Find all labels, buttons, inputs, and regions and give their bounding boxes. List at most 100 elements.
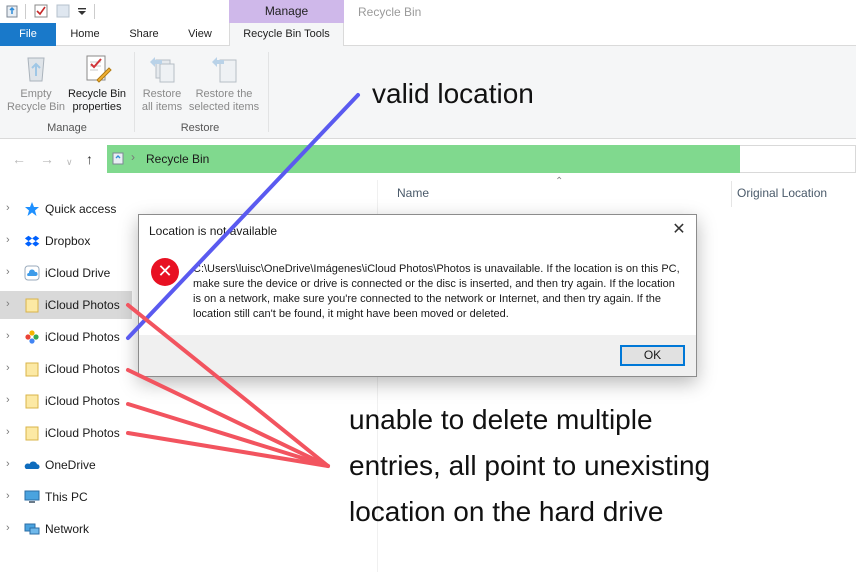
restore-selected-label-2: selected items <box>188 101 260 113</box>
empty-recycle-bin-button[interactable]: Empty Recycle Bin <box>6 52 66 114</box>
annotation-unable-line-2: entries, all point to unexisting <box>349 450 711 481</box>
up-arrow-icon[interactable]: ↑ <box>86 151 93 167</box>
nav-item-label: Dropbox <box>45 234 91 248</box>
ok-button[interactable]: OK <box>620 345 685 366</box>
nav-item-label: This PC <box>45 490 88 504</box>
nav-item-label: iCloud Photos <box>45 394 120 408</box>
restore-selected-items-button[interactable]: Restore the selected items <box>188 52 260 114</box>
expand-chevron-icon[interactable]: › <box>6 490 10 502</box>
expand-chevron-icon[interactable]: › <box>6 202 10 214</box>
nav-item-icloud-photos[interactable]: › iCloud Photos <box>0 291 132 319</box>
nav-item-icloud-photos[interactable]: › iCloud Photos <box>0 387 132 415</box>
expand-chevron-icon[interactable]: › <box>6 330 10 342</box>
group-label-restore: Restore <box>180 122 220 134</box>
expand-chevron-icon[interactable]: › <box>6 362 10 374</box>
qa-separator <box>25 4 26 19</box>
onedrive-icon <box>24 461 40 469</box>
properties-label-2: properties <box>72 101 122 113</box>
recycle-bin-address-icon <box>112 152 124 165</box>
nav-item-icloud-photos[interactable]: › iCloud Photos <box>0 419 132 447</box>
nav-item-this-pc[interactable]: › This PC <box>0 483 132 511</box>
tab-home[interactable]: Home <box>57 23 113 46</box>
icloud-icon <box>24 265 40 281</box>
restore-all-items-button[interactable]: Restore all items <box>138 52 186 114</box>
star-icon <box>25 202 39 216</box>
folder-icon <box>25 394 39 409</box>
expand-chevron-icon[interactable]: › <box>6 234 10 246</box>
ribbon-tab-bar: File Home Share View Recycle Bin Tools <box>0 23 856 47</box>
breadcrumb-recycle-bin[interactable]: Recycle Bin <box>146 152 209 166</box>
column-header-name[interactable]: Name <box>397 186 429 200</box>
expand-chevron-icon[interactable]: › <box>6 394 10 406</box>
annotation-valid-location: valid location <box>372 78 534 109</box>
tab-share[interactable]: Share <box>116 23 172 46</box>
folder-icon <box>25 362 39 377</box>
column-header-original-location[interactable]: Original Location <box>737 186 827 200</box>
red-annotation-line <box>126 368 330 468</box>
restore-all-label-1: Restore <box>142 88 182 100</box>
nav-item-network[interactable]: › Network <box>0 515 132 543</box>
nav-item-onedrive[interactable]: › OneDrive <box>0 451 132 479</box>
window-title: Recycle Bin <box>358 5 422 19</box>
dialog-message: C:\Users\luisc\OneDrive\Imágenes\iCloud … <box>193 263 680 320</box>
nav-item-icloud-drive[interactable]: › iCloud Drive <box>0 259 132 287</box>
restore-selected-icon <box>212 57 237 83</box>
title-bar: Manage Recycle Bin <box>0 0 856 23</box>
empty-recycle-bin-icon <box>27 57 45 82</box>
nav-item-icloud-photos[interactable]: › iCloud Photos <box>0 323 132 351</box>
dialog-title: Location is not available <box>149 224 278 238</box>
network-icon <box>24 523 40 535</box>
tab-recycle-bin-tools[interactable]: Recycle Bin Tools <box>229 23 344 47</box>
close-icon[interactable]: ✕ <box>668 219 690 241</box>
folder-icon <box>25 298 39 313</box>
dialog-footer: OK <box>139 335 696 376</box>
tab-view[interactable]: View <box>172 23 228 46</box>
expand-chevron-icon[interactable]: › <box>6 298 10 310</box>
error-dialog: Location is not available ✕ ✕ C:\Users\l… <box>138 214 697 377</box>
nav-item-label: Network <box>45 522 90 536</box>
manage-contextual-tab[interactable]: Manage <box>229 0 344 23</box>
sort-ascending-icon: ⌃ <box>555 176 564 187</box>
nav-item-label: Quick access <box>45 202 117 216</box>
red-annotation-line <box>126 402 330 468</box>
empty-label-1: Empty <box>20 88 52 100</box>
recent-locations-chevron-icon[interactable]: ∨ <box>66 154 73 170</box>
column-separator[interactable] <box>731 181 732 207</box>
photos-icon <box>25 330 39 344</box>
breadcrumb-chevron-icon[interactable]: › <box>131 150 135 164</box>
annotation-unable-line-3: location on the hard drive <box>349 496 664 527</box>
nav-item-icloud-photos[interactable]: › iCloud Photos <box>0 355 132 383</box>
nav-item-quick-access[interactable]: › Quick access <box>0 195 132 223</box>
new-folder-icon[interactable] <box>55 3 71 19</box>
expand-chevron-icon[interactable]: › <box>6 266 10 278</box>
nav-item-label: iCloud Drive <box>45 266 111 280</box>
properties-label-1: Recycle Bin <box>67 88 127 100</box>
recycle-bin-small-icon <box>6 5 18 18</box>
restore-all-icon <box>150 57 175 83</box>
customize-quick-access-icon[interactable] <box>74 3 90 19</box>
nav-item-label: iCloud Photos <box>45 426 120 440</box>
group-label-manage: Manage <box>47 122 87 134</box>
properties-checkmark-icon[interactable] <box>33 3 49 19</box>
empty-label-2: Recycle Bin <box>6 101 66 113</box>
expand-chevron-icon[interactable]: › <box>6 426 10 438</box>
folder-icon <box>25 426 39 441</box>
nav-item-dropbox[interactable]: › Dropbox <box>0 227 132 255</box>
annotation-unable-line-1: unable to delete multiple <box>349 404 653 435</box>
address-bar-dropdown-area[interactable] <box>740 145 856 173</box>
pc-icon <box>24 490 40 503</box>
expand-chevron-icon[interactable]: › <box>6 522 10 534</box>
back-arrow-icon[interactable]: ← <box>12 151 26 167</box>
recycle-bin-properties-button[interactable]: Recycle Bin properties <box>66 52 128 114</box>
tab-file[interactable]: File <box>0 23 56 46</box>
ribbon-group-separator <box>134 52 135 132</box>
qa-separator <box>94 4 95 19</box>
restore-all-label-2: all items <box>141 101 183 113</box>
ribbon-group-separator <box>268 52 269 132</box>
nav-item-label: iCloud Photos <box>45 362 120 376</box>
forward-arrow-icon[interactable]: → <box>40 151 54 167</box>
dropbox-icon <box>24 235 40 247</box>
restore-selected-label-1: Restore the <box>195 88 253 100</box>
expand-chevron-icon[interactable]: › <box>6 458 10 470</box>
nav-item-label: iCloud Photos <box>45 330 120 344</box>
